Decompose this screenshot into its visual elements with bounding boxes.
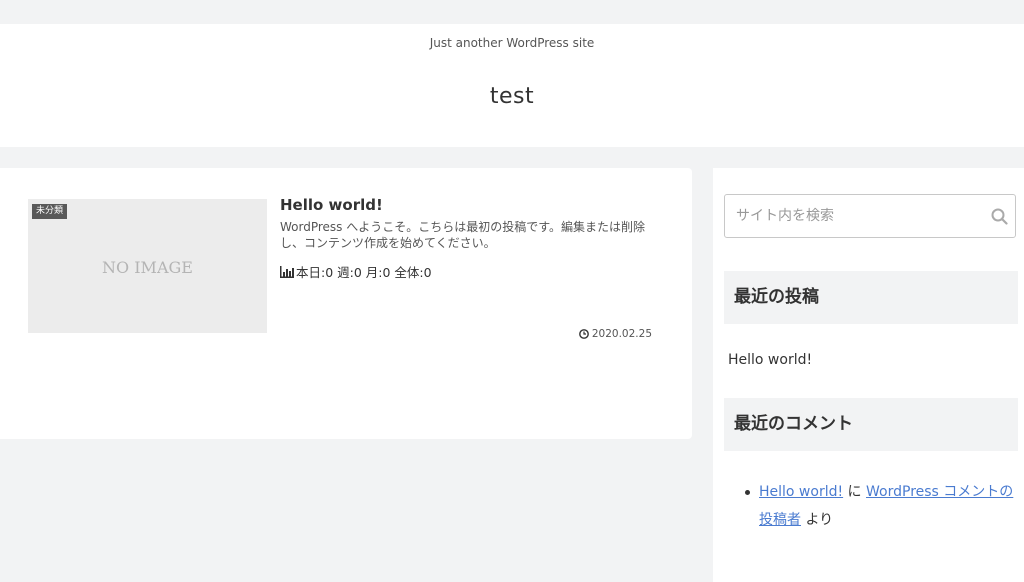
post-thumbnail[interactable]: 未分類 NO IMAGE [28,199,267,333]
search-input[interactable] [725,195,985,237]
stats-text: 本日:0 週:0 月:0 全体:0 [296,265,432,280]
no-image-placeholder: NO IMAGE [102,258,193,277]
search-form [724,194,1016,238]
post-view-stats: 本日:0 週:0 月:0 全体:0 [280,262,432,281]
site-tagline: Just another WordPress site [429,36,595,50]
site-title[interactable]: test [0,84,1024,109]
recent-posts-heading: 最近の投稿 [724,271,1018,324]
category-badge: 未分類 [32,204,68,219]
bar-chart-icon [280,265,294,278]
search-icon [991,208,1008,225]
list-item: Hello world! に WordPress コメントの投稿者 より [741,478,1021,534]
sidebar: 最近の投稿 Hello world! 最近のコメント Hello world! … [713,168,1024,582]
post-date: 2020.02.25 [578,328,652,340]
post-excerpt: WordPress へようこそ。こちらは最初の投稿です。編集または削除し、コンテ… [280,220,646,250]
post-date-text: 2020.02.25 [591,328,652,340]
clock-icon [578,329,589,339]
post-title[interactable]: Hello world! [280,196,383,214]
recent-comments-list: Hello world! に WordPress コメントの投稿者 より [741,478,1021,534]
recent-post-link[interactable]: Hello world! [728,352,812,368]
site-header: Just another WordPress site test [0,24,1024,147]
comment-joiner: に [843,484,867,500]
post-card[interactable]: 未分類 NO IMAGE Hello world! WordPress へようこ… [0,168,692,439]
comment-suffix: より [801,512,834,528]
recent-comments-heading: 最近のコメント [724,398,1018,451]
comment-post-link[interactable]: Hello world! [759,484,843,500]
search-button[interactable] [989,206,1009,226]
